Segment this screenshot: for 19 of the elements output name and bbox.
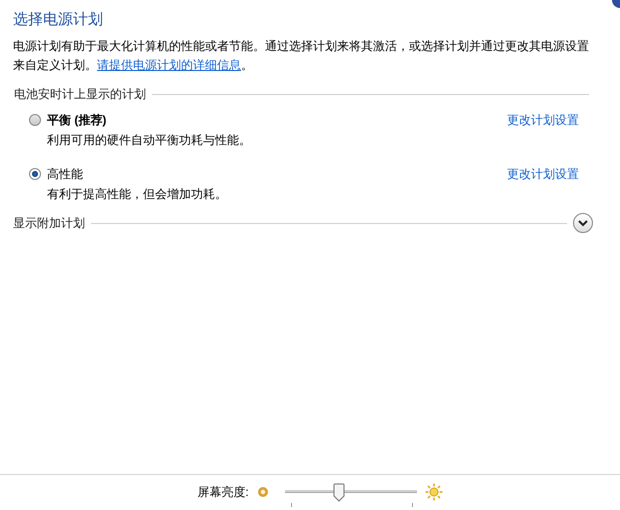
help-icon[interactable]: [612, 0, 620, 8]
change-settings-link[interactable]: 更改计划设置: [507, 111, 579, 129]
change-settings-link[interactable]: 更改计划设置: [507, 165, 579, 183]
chevron-down-icon[interactable]: [573, 213, 593, 233]
plan-description: 有利于提高性能，但会增加功耗。: [47, 186, 227, 203]
plan-name: 平衡 (推荐): [47, 112, 106, 129]
intro-paragraph: 电源计划有助于最大化计算机的性能或者节能。通过选择计划来将其激活，或选择计划并通过更改其电源设置来自定义计划。请提供电源计划的详细信息。: [13, 38, 590, 74]
slider-thumb[interactable]: [332, 482, 345, 502]
section-heading: 显示附加计划: [13, 215, 85, 232]
brightness-label: 屏幕亮度:: [197, 484, 249, 500]
details-link[interactable]: 请提供电源计划的详细信息: [97, 58, 241, 72]
bright-sun-icon: [424, 482, 443, 500]
page-title: 选择电源计划: [13, 10, 103, 30]
radio-button[interactable]: [29, 168, 41, 180]
plan-description: 利用可用的硬件自动平衡功耗与性能。: [47, 132, 251, 149]
radio-button[interactable]: [29, 114, 41, 126]
section-heading: 电池安时计上显示的计划: [14, 86, 146, 103]
dim-sun-icon: [256, 486, 269, 498]
plan-name: 高性能: [47, 166, 83, 183]
